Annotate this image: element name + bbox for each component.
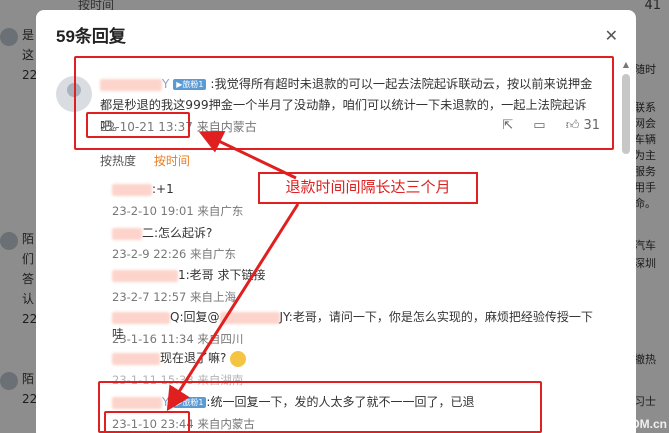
reply-time: 23-2-7 12:57 bbox=[112, 290, 187, 304]
main-comment-location: 来自内蒙古 bbox=[196, 120, 257, 134]
share-icon[interactable]: ⇱ bbox=[502, 118, 513, 133]
reply-item: 1:老哥 求下链接 bbox=[112, 266, 602, 283]
like-button[interactable]: 👍︎ 31 bbox=[566, 118, 600, 133]
username-redacted[interactable] bbox=[112, 183, 152, 196]
avatar[interactable] bbox=[56, 76, 92, 112]
username-redacted[interactable] bbox=[112, 269, 178, 282]
thumbs-up-icon: 👍︎ bbox=[565, 118, 580, 133]
sort-tabs: 按热度 按时间 bbox=[100, 152, 190, 169]
reply-text: :+1 bbox=[152, 182, 174, 196]
like-count: 31 bbox=[583, 118, 600, 133]
fan-badge: ▶旅粉1 bbox=[173, 79, 207, 90]
username-redacted[interactable] bbox=[112, 311, 170, 324]
reply-text: 二:怎么起诉? bbox=[142, 226, 213, 240]
comment-icon[interactable]: ▭ bbox=[533, 118, 545, 133]
reply-meta: 23-2-10 19:01 来自广东 bbox=[112, 203, 243, 219]
reply-location: 来自上海 bbox=[190, 290, 237, 304]
reply-text-prefix: Q:回复@ bbox=[170, 310, 220, 324]
fan-badge: ▶旅粉1 bbox=[173, 397, 207, 408]
username-redacted[interactable] bbox=[100, 78, 162, 91]
reply-text: 1:老哥 求下链接 bbox=[178, 268, 266, 282]
crying-emoji-icon bbox=[230, 350, 247, 367]
reply-time: 23-1-11 15:38 bbox=[112, 373, 194, 387]
username-redacted[interactable] bbox=[112, 396, 162, 409]
watermark: OM.cn bbox=[630, 417, 667, 431]
reply-meta: 23-1-16 11:34 来自四川 bbox=[112, 331, 243, 347]
scroll-up-icon[interactable]: ▲ bbox=[623, 60, 629, 69]
main-comment-meta: 22-10-21 13:37 来自内蒙古 bbox=[100, 118, 257, 135]
reply-location: 来自广东 bbox=[190, 247, 237, 261]
modal-title: 59条回复 bbox=[56, 27, 126, 46]
close-icon[interactable]: ✕ bbox=[605, 26, 618, 45]
reply-time: 23-2-9 22:26 bbox=[112, 247, 187, 261]
reply-text: 现在退了嘛? bbox=[160, 351, 227, 365]
mentioned-user-redacted[interactable] bbox=[219, 311, 280, 324]
reply-location: 来自广东 bbox=[197, 204, 244, 218]
reply-time: 23-2-10 19:01 bbox=[112, 204, 194, 218]
username-redacted[interactable] bbox=[112, 352, 160, 365]
reply-meta: 23-1-11 15:38 来自湖南 bbox=[112, 372, 243, 388]
replies-modal: 59条回复 ✕ ▲ Y ▶旅粉1 :我觉得所有超时未退款的可以一起去法院起诉联动… bbox=[36, 10, 636, 433]
reply-location: 来自内蒙古 bbox=[197, 417, 255, 431]
scrollbar-thumb[interactable] bbox=[622, 74, 630, 154]
main-comment-time: 22-10-21 13:37 bbox=[100, 120, 193, 134]
reply-meta: 23-2-7 12:57 来自上海 bbox=[112, 289, 236, 305]
reply-meta: 23-2-9 22:26 来自广东 bbox=[112, 246, 236, 262]
annotation-callout: 退款时间间隔长达三个月 bbox=[258, 172, 478, 204]
comment-actions: ⇱ ▭ 👍︎ 31 bbox=[486, 118, 600, 133]
reply-location: 来自四川 bbox=[197, 332, 244, 346]
tab-sort-by-popularity[interactable]: 按热度 bbox=[100, 154, 136, 168]
reply-text: :统一回复一下，发的人太多了就不一一回了，已退 bbox=[206, 395, 475, 409]
username-suffix[interactable]: Y bbox=[162, 77, 169, 91]
reply-meta: 23-1-10 23:44 来自内蒙古 bbox=[112, 416, 255, 432]
reply-time: 23-1-16 11:34 bbox=[112, 332, 194, 346]
username-suffix[interactable]: Y bbox=[162, 395, 169, 409]
reply-item: 二:怎么起诉? bbox=[112, 224, 602, 241]
reply-item: Y ▶旅粉1:统一回复一下，发的人太多了就不一一回了，已退 bbox=[112, 393, 602, 410]
username-redacted[interactable] bbox=[112, 227, 142, 240]
reply-item: 现在退了嘛? bbox=[112, 349, 602, 367]
tab-sort-by-time[interactable]: 按时间 bbox=[154, 154, 190, 168]
reply-location: 来自湖南 bbox=[197, 373, 244, 387]
reply-time: 23-1-10 23:44 bbox=[112, 417, 194, 431]
